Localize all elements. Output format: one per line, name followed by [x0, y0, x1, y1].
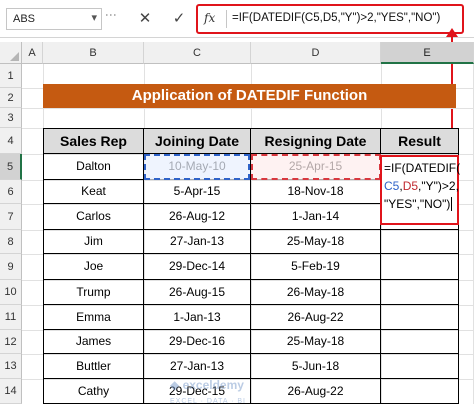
table-cell[interactable]: Jim: [43, 230, 144, 254]
table-cell[interactable]: [381, 280, 459, 305]
formula-box[interactable]: fx =IF(DATEDIF(C5,D5,"Y")>2,"YES","NO"): [196, 4, 464, 34]
select-all-corner[interactable]: [0, 42, 22, 64]
table-header-resigning-date: Resigning Date: [251, 128, 381, 154]
table-header-sales-rep: Sales Rep: [43, 128, 144, 154]
edit-line-3: "YES","NO"): [384, 195, 456, 213]
column-header-d[interactable]: D: [251, 42, 381, 64]
table-cell[interactable]: [381, 330, 459, 354]
column-header-a[interactable]: A: [22, 42, 43, 64]
row-header-9[interactable]: 9: [0, 254, 22, 280]
table-cell[interactable]: 26-May-18: [251, 280, 381, 305]
chevron-down-icon[interactable]: ▾: [91, 11, 97, 24]
table-cell[interactable]: 26-Aug-15: [144, 280, 251, 305]
drag-handle-icon[interactable]: ⋮: [104, 9, 118, 20]
table-cell[interactable]: Dalton: [43, 154, 144, 180]
edit-line-3-text: "YES","NO"): [384, 197, 451, 211]
table-cell[interactable]: Trump: [43, 280, 144, 305]
table-cell[interactable]: 26-Aug-22: [251, 379, 381, 404]
row-header-14[interactable]: 14: [0, 379, 22, 404]
row-header-10[interactable]: 10: [0, 280, 22, 305]
table-cell[interactable]: 25-May-18: [251, 330, 381, 354]
table-cell[interactable]: [381, 379, 459, 404]
edit-line-2: C5,D5,"Y")>2,: [384, 177, 459, 195]
gridline: [22, 108, 474, 109]
table-cell[interactable]: 1-Jan-14: [251, 204, 381, 230]
text-cursor: [451, 197, 456, 211]
watermark-logo: ◆ exceldemy EXCEL · DATA · BI: [170, 378, 246, 405]
row-header-1[interactable]: 1: [0, 64, 22, 88]
table-cell[interactable]: [381, 230, 459, 254]
table-cell[interactable]: Keat: [43, 180, 144, 204]
column-header-e[interactable]: E: [381, 42, 474, 64]
cancel-button[interactable]: ✕: [134, 8, 156, 30]
table-cell[interactable]: Buttler: [43, 354, 144, 379]
table-cell[interactable]: 27-Jan-13: [144, 354, 251, 379]
table-cell[interactable]: [381, 305, 459, 330]
table-cell[interactable]: Joe: [43, 254, 144, 280]
row-header-11[interactable]: 11: [0, 305, 22, 330]
referenced-cell-c5: [144, 154, 250, 180]
formula-input[interactable]: =IF(DATEDIF(C5,D5,"Y")>2,"YES","NO"): [232, 12, 440, 24]
row-header-5[interactable]: 5: [0, 154, 22, 180]
table-header-joining-date: Joining Date: [144, 128, 251, 154]
row-header-4[interactable]: 4: [0, 128, 22, 154]
row-header-3[interactable]: 3: [0, 108, 22, 128]
table-cell[interactable]: 26-Aug-12: [144, 204, 251, 230]
table-cell[interactable]: 5-Apr-15: [144, 180, 251, 204]
name-box-value: ABS: [13, 13, 36, 25]
table-cell[interactable]: [381, 354, 459, 379]
table-cell[interactable]: Carlos: [43, 204, 144, 230]
table-cell[interactable]: 18-Nov-18: [251, 180, 381, 204]
formula-bar: ABS ▾ ⋮ ✕ ✓ fx =IF(DATEDIF(C5,D5,"Y")>2,…: [0, 0, 474, 38]
table-cell[interactable]: Cathy: [43, 379, 144, 404]
table-cell[interactable]: Emma: [43, 305, 144, 330]
ref-c5: C5: [384, 179, 400, 193]
row-header-12[interactable]: 12: [0, 330, 22, 354]
table-cell[interactable]: 26-Aug-22: [251, 305, 381, 330]
referenced-cell-d5: [251, 154, 381, 180]
row-header-13[interactable]: 13: [0, 354, 22, 379]
table-cell[interactable]: 29-Dec-14: [144, 254, 251, 280]
sheet-title: Application of DATEDIF Function: [43, 84, 456, 108]
watermark-brand: exceldemy: [182, 378, 244, 392]
table-header-result: Result: [381, 128, 459, 154]
row-header-7[interactable]: 7: [0, 204, 22, 230]
table-cell[interactable]: 27-Jan-13: [144, 230, 251, 254]
name-box[interactable]: ABS ▾: [6, 8, 102, 30]
fx-icon[interactable]: fx: [204, 11, 215, 25]
edit-line-1: =IF(DATEDIF(: [384, 161, 461, 175]
edit-rest: ,"Y")>2,: [418, 179, 459, 193]
row-header-6[interactable]: 6: [0, 180, 22, 204]
table-cell[interactable]: 5-Jun-18: [251, 354, 381, 379]
table-cell[interactable]: 29-Dec-16: [144, 330, 251, 354]
table-cell[interactable]: 5-Feb-19: [251, 254, 381, 280]
table-cell[interactable]: [381, 254, 459, 280]
row-header-2[interactable]: 2: [0, 88, 22, 108]
enter-button[interactable]: ✓: [168, 8, 190, 30]
table-cell[interactable]: 25-May-18: [251, 230, 381, 254]
cell-e5-editor[interactable]: =IF(DATEDIF( C5,D5,"Y")>2, "YES","NO"): [380, 155, 461, 225]
column-header-c[interactable]: C: [144, 42, 251, 64]
row-header-8[interactable]: 8: [0, 230, 22, 254]
table-cell[interactable]: James: [43, 330, 144, 354]
callout-arrow-head: [446, 28, 458, 37]
divider: [226, 10, 227, 28]
column-header-b[interactable]: B: [43, 42, 144, 64]
table-cell[interactable]: 1-Jan-13: [144, 305, 251, 330]
ref-d5: D5: [402, 179, 419, 193]
